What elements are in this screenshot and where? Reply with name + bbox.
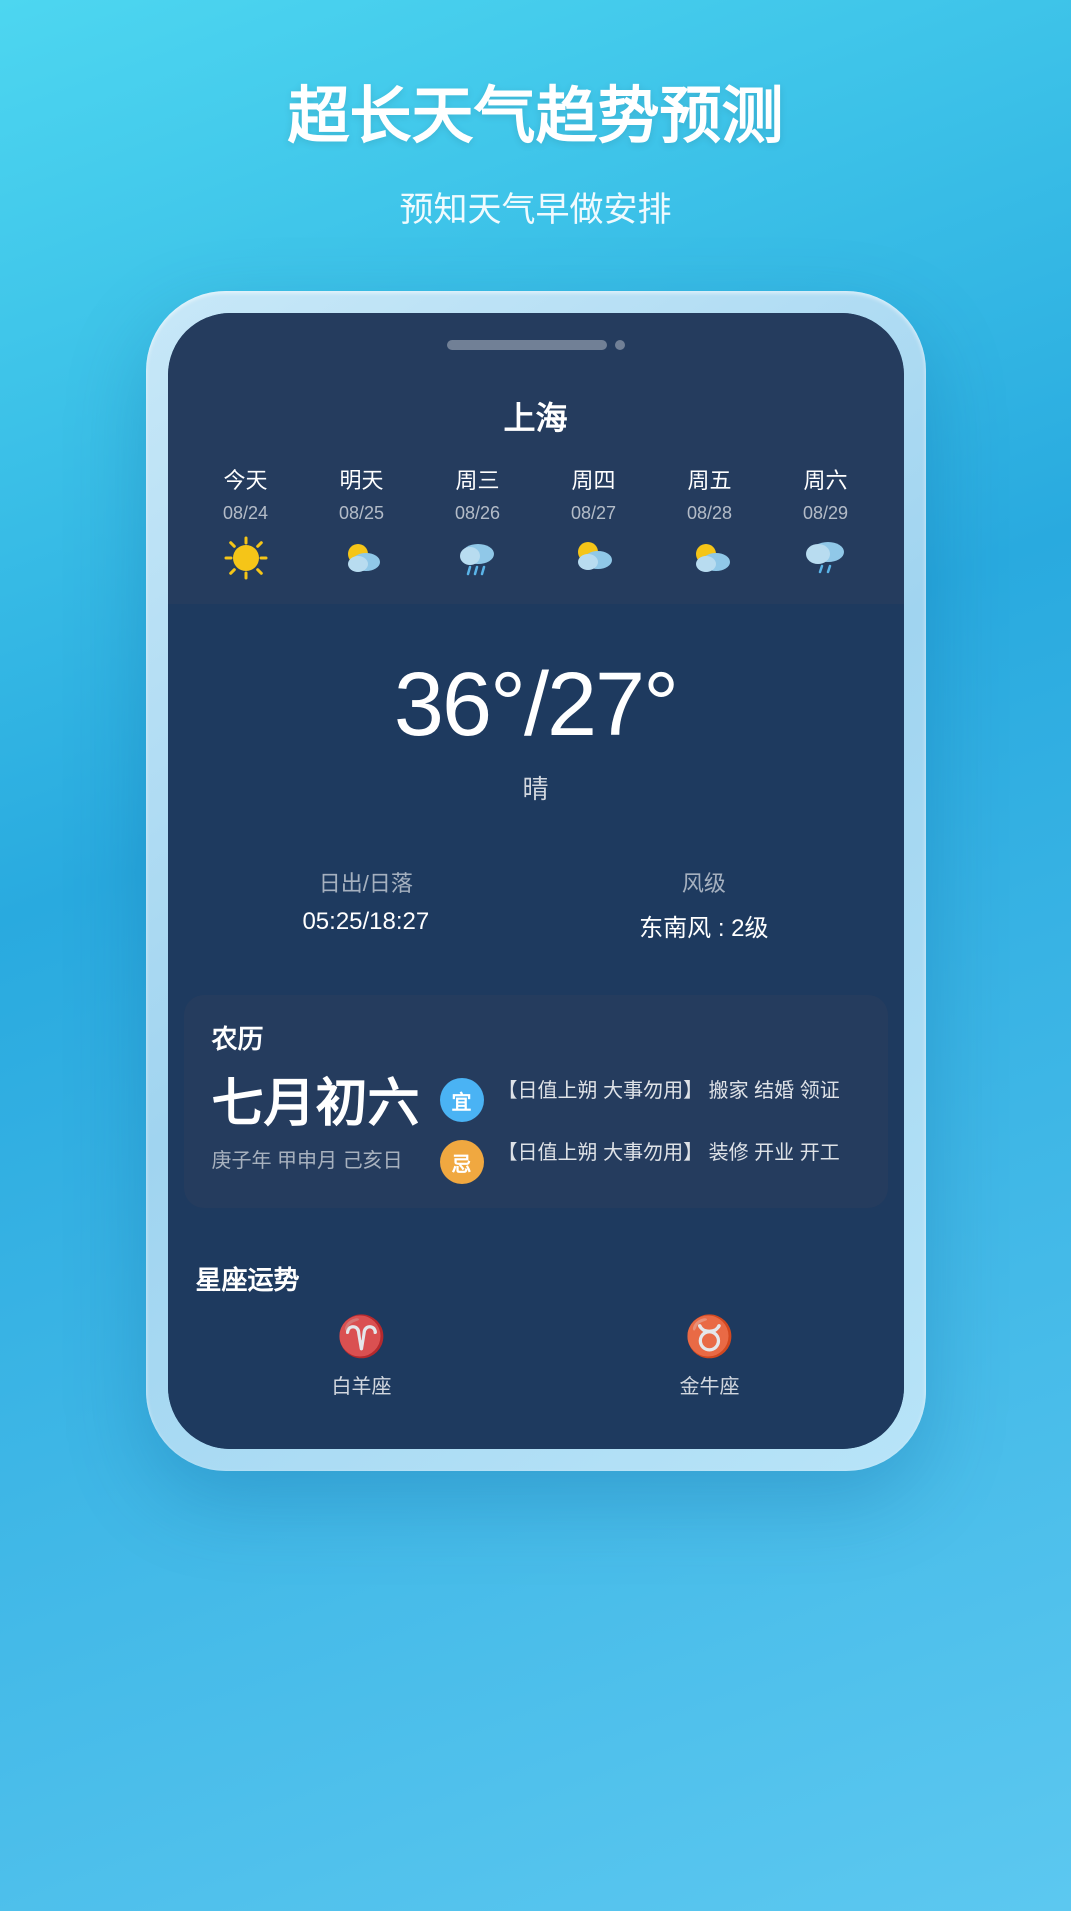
day-icon-5	[684, 532, 736, 584]
day-date-2: 08/25	[339, 503, 384, 524]
day-icon-3	[452, 532, 504, 584]
city-name: 上海	[168, 377, 904, 447]
main-weather: 36°/27° 晴 日出/日落 05:25/18:27 风级 东南风 : 2级	[168, 604, 904, 983]
fortune-ji: 忌 【日值上朔 大事勿用】 装修 开业 开工	[440, 1138, 860, 1184]
temperature: 36°/27°	[198, 654, 874, 757]
aries-symbol: ♈	[337, 1313, 387, 1360]
notch-dot	[615, 340, 625, 350]
horoscope-section: 星座运势 ♈ 白羊座 ♉ 金牛座	[168, 1220, 904, 1449]
wind-detail: 风级 东南风 : 2级	[639, 866, 768, 943]
day-date-6: 08/29	[803, 503, 848, 524]
phone-mockup: 上海 今天 08/24	[146, 291, 926, 1471]
forecast-bar: 今天 08/24	[168, 447, 904, 604]
lunar-date: 七月初六	[212, 1076, 420, 1133]
lunar-main: 七月初六 庚子年 甲申月 己亥日 宜 【日值上朔 大事勿用】 搬家 结婚 领证 …	[212, 1076, 860, 1184]
ji-text: 【日值上朔 大事勿用】 装修 开业 开工	[498, 1138, 860, 1168]
taurus-name: 金牛座	[680, 1370, 740, 1399]
page-subtitle: 预知天气早做安排	[287, 182, 783, 231]
day-date-3: 08/26	[455, 503, 500, 524]
day-label-2: 明天	[339, 463, 383, 495]
lunar-fortune: 宜 【日值上朔 大事勿用】 搬家 结婚 领证 忌 【日值上朔 大事勿用】 装修 …	[440, 1076, 860, 1184]
yi-text: 【日值上朔 大事勿用】 搬家 结婚 领证	[498, 1076, 860, 1106]
sunrise-detail: 日出/日落 05:25/18:27	[302, 866, 429, 943]
horoscope-taurus: ♉ 金牛座	[680, 1313, 740, 1399]
day-date-1: 08/24	[223, 503, 268, 524]
day-icon-4	[568, 532, 620, 584]
notch-bar	[447, 340, 607, 350]
day-label-1: 今天	[223, 463, 267, 495]
horoscope-aries: ♈ 白羊座	[332, 1313, 392, 1399]
yi-badge: 宜	[440, 1078, 484, 1122]
forecast-day-5: 周五 08/28	[652, 463, 768, 584]
phone-frame: 上海 今天 08/24	[146, 291, 926, 1471]
sunrise-value: 05:25/18:27	[302, 908, 429, 936]
day-label-4: 周四	[571, 463, 615, 495]
lunar-title: 农历	[212, 1019, 860, 1056]
day-icon-2	[336, 532, 388, 584]
wind-value: 东南风 : 2级	[639, 908, 768, 943]
ganzhi: 庚子年 甲申月 己亥日	[212, 1144, 420, 1173]
weather-desc: 晴	[198, 769, 874, 806]
horoscope-title: 星座运势	[168, 1240, 904, 1313]
ji-badge: 忌	[440, 1140, 484, 1184]
day-label-5: 周五	[687, 463, 731, 495]
lunar-date-block: 七月初六 庚子年 甲申月 己亥日	[212, 1076, 420, 1172]
phone-notch	[168, 313, 904, 377]
sunrise-label: 日出/日落	[302, 866, 429, 898]
forecast-day-3: 周三 08/26	[420, 463, 536, 584]
horoscope-items: ♈ 白羊座 ♉ 金牛座	[168, 1313, 904, 1419]
weather-details: 日出/日落 05:25/18:27 风级 东南风 : 2级	[198, 846, 874, 943]
forecast-day-4: 周四 08/27	[536, 463, 652, 584]
lunar-section: 农历 七月初六 庚子年 甲申月 己亥日 宜 【日值上朔 大事勿用】 搬家 结婚 …	[184, 995, 888, 1208]
day-label-6: 周六	[803, 463, 847, 495]
phone-inner: 上海 今天 08/24	[168, 313, 904, 1449]
day-date-4: 08/27	[571, 503, 616, 524]
forecast-day-6: 周六 08/29	[768, 463, 884, 584]
page-header: 超长天气趋势预测 预知天气早做安排	[227, 0, 843, 271]
day-label-3: 周三	[455, 463, 499, 495]
page-title: 超长天气趋势预测	[287, 80, 783, 154]
day-icon-1	[220, 532, 272, 584]
day-icon-6	[800, 532, 852, 584]
taurus-symbol: ♉	[685, 1313, 735, 1360]
day-date-5: 08/28	[687, 503, 732, 524]
wind-label: 风级	[639, 866, 768, 898]
aries-name: 白羊座	[332, 1370, 392, 1399]
forecast-day-1: 今天 08/24	[188, 463, 304, 584]
fortune-yi: 宜 【日值上朔 大事勿用】 搬家 结婚 领证	[440, 1076, 860, 1122]
forecast-day-2: 明天 08/25	[304, 463, 420, 584]
